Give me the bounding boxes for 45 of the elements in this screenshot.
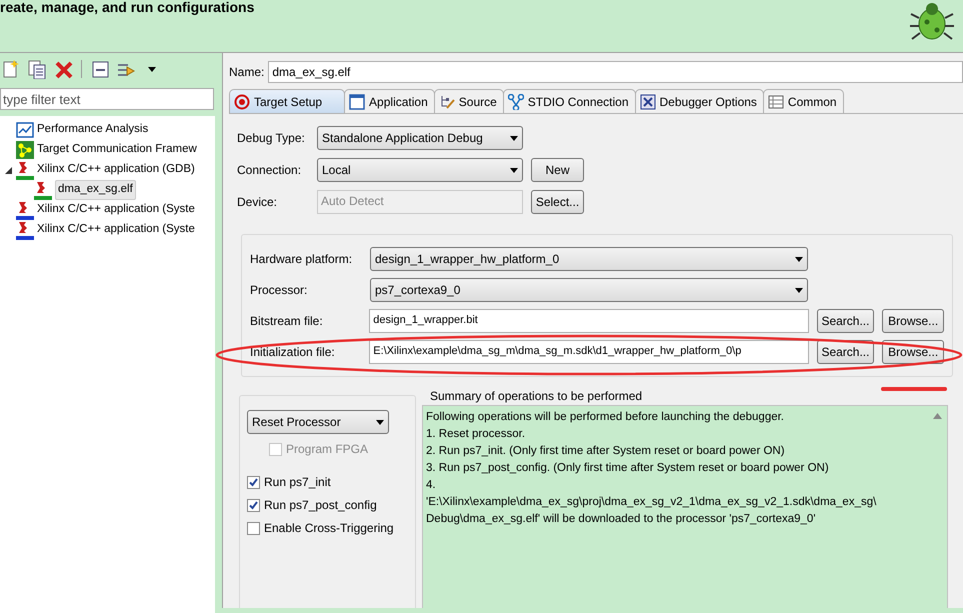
checkbox-label: Run ps7_post_config	[264, 497, 377, 514]
field-label: Initialization file:	[250, 344, 336, 361]
dropdown[interactable]: design_1_wrapper_hw_platform_0	[370, 247, 808, 271]
browse-button[interactable]: Browse...	[882, 309, 944, 333]
tab[interactable]: Target Setup	[229, 89, 346, 113]
field-label: Hardware platform:	[250, 251, 354, 268]
summary-line: 'E:\Xilinx\example\dma_ex_sg\proj\dma_ex_sg_v2_1\dma_ex_sg_v2_1.sdk\dma_ex_sg\	[426, 495, 878, 510]
search-button[interactable]: Search...	[816, 309, 874, 333]
field-label: Connection:	[237, 162, 302, 179]
filter-field[interactable]: type filter text	[0, 88, 214, 110]
field-label: Processor:	[250, 282, 308, 299]
summary-line: Following operations will be performed before launching the debugger.	[426, 410, 786, 425]
reset-dropdown[interactable]: Reset Processor	[247, 410, 389, 434]
select-button[interactable]: Select...	[531, 190, 584, 214]
tree-item[interactable]: Xilinx C/C++ application (Syste	[37, 201, 195, 219]
name-label: Name:	[229, 64, 264, 81]
summary-line: 1. Reset processor.	[426, 427, 526, 442]
tree-item[interactable]: dma_ex_sg.elf	[55, 180, 136, 200]
name-field[interactable]: dma_ex_sg.elf	[268, 61, 963, 83]
tab[interactable]: STDIO Connection	[502, 89, 636, 113]
summary-line: Debug\dma_ex_sg.elf' will be downloaded to the processor 'ps7_cortexa9_0'	[426, 512, 817, 527]
tree-item[interactable]: Xilinx C/C++ application (GDB)	[37, 161, 195, 179]
file-path-field[interactable]: E:\Xilinx\example\dma_sg_m\dma_sg_m.sdk\d1_wrapper_hw_platform_0\p	[369, 340, 809, 364]
file-path-field[interactable]: design_1_wrapper.bit	[369, 309, 809, 333]
checkbox-label: Enable Cross-Triggering	[264, 520, 394, 537]
dropdown[interactable]: ps7_cortexa9_0	[370, 278, 808, 302]
summary-line: 4.	[426, 478, 437, 493]
summary-line: 3. Run ps7_post_config. (Only first time after System reset or board power ON)	[426, 461, 830, 476]
checkbox-label: Run ps7_init	[264, 474, 331, 491]
field-label: Debug Type:	[237, 130, 306, 147]
tree-item[interactable]: Performance Analysis	[37, 121, 148, 139]
summary-line: 2. Run ps7_init. (Only first time after System reset or board power ON)	[426, 444, 786, 459]
new-button[interactable]: New	[531, 158, 584, 182]
dropdown[interactable]: Local	[317, 158, 523, 182]
checkbox-label: Program FPGA	[286, 441, 368, 458]
field-label: Bitstream file:	[250, 313, 324, 330]
dropdown[interactable]: Standalone Application Debug	[317, 126, 523, 150]
search-button[interactable]: Search...	[816, 340, 874, 364]
group-title: Summary of operations to be performed	[429, 389, 644, 405]
tree-item[interactable]: Xilinx C/C++ application (Syste	[37, 221, 195, 239]
tree-item[interactable]: Target Communication Framew	[37, 141, 197, 159]
field-label: Device:	[237, 194, 278, 211]
tab[interactable]: Application	[344, 89, 435, 113]
tab[interactable]: Common	[762, 89, 844, 113]
dialog-title: reate, manage, and run configurations	[0, 0, 256, 14]
